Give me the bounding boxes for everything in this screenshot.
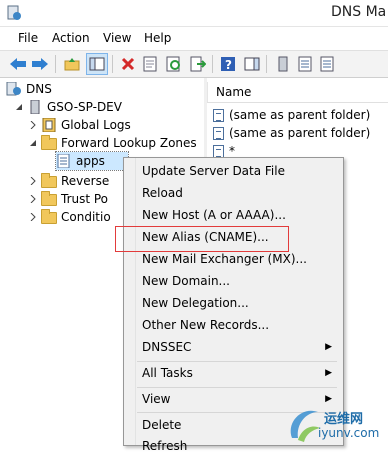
folder-icon: [41, 135, 57, 150]
action-pane-icon[interactable]: [242, 54, 262, 74]
tree-label-apps: apps: [76, 154, 105, 168]
record-icon[interactable]: [317, 54, 337, 74]
menu-new-domain[interactable]: New Domain...: [142, 271, 230, 291]
properties-icon[interactable]: [140, 54, 160, 74]
record-name: *: [229, 144, 235, 158]
tree-label-dns: DNS: [26, 82, 52, 96]
expand-icon[interactable]: [28, 212, 38, 222]
menu-update-server-data-file[interactable]: Update Server Data File: [142, 161, 285, 181]
zone-icon[interactable]: [295, 54, 315, 74]
watermark-text-url: iyunv.com: [318, 426, 380, 440]
tree-label-global-logs: Global Logs: [61, 118, 131, 132]
record-icon: [213, 144, 224, 158]
svg-text:?: ?: [225, 58, 232, 72]
toolbar: ?: [0, 50, 388, 78]
help-icon[interactable]: ?: [218, 54, 238, 74]
refresh-icon[interactable]: [164, 54, 184, 74]
up-folder-icon[interactable]: [62, 54, 82, 74]
menu-file[interactable]: File: [16, 31, 40, 45]
menu-reload[interactable]: Reload: [142, 183, 183, 203]
delete-icon[interactable]: [118, 54, 138, 74]
menu-other-new-records[interactable]: Other New Records...: [142, 315, 269, 335]
window-title: DNS Ma: [331, 4, 387, 20]
title-bar: DNS Ma: [0, 0, 388, 27]
forward-arrow-icon[interactable]: [30, 54, 50, 74]
tree-item-forward-zones[interactable]: Forward Lookup Zones: [28, 134, 197, 152]
submenu-arrow-icon: ▶: [325, 342, 332, 352]
submenu-arrow-icon: ▶: [325, 368, 332, 378]
tree-item-conditional[interactable]: Conditio: [28, 208, 111, 226]
menu-all-tasks-label: All Tasks: [142, 366, 193, 380]
tree-label-reverse: Reverse: [61, 174, 110, 188]
tree-item-reverse-zones[interactable]: Reverse: [28, 172, 109, 190]
tree-label-trust: Trust Po: [61, 192, 109, 206]
menu-bar: File Action View Help: [0, 27, 388, 49]
watermark-text-cn: 运维网: [324, 412, 364, 427]
export-icon[interactable]: [188, 54, 208, 74]
menu-new-delegation[interactable]: New Delegation...: [142, 293, 249, 313]
column-header-name[interactable]: Name: [207, 82, 388, 103]
expand-icon[interactable]: [28, 194, 38, 204]
highlight-annotation: [115, 226, 289, 252]
list-item[interactable]: (same as parent folder): [213, 106, 370, 124]
menu-view-label: View: [142, 392, 171, 406]
menu-new-mail-exchanger[interactable]: New Mail Exchanger (MX)...: [142, 249, 307, 269]
expand-icon[interactable]: [28, 176, 38, 186]
tree-label-forward-zones: Forward Lookup Zones: [61, 136, 197, 150]
zone-icon: [57, 154, 70, 168]
record-icon: [213, 126, 224, 140]
expand-icon[interactable]: [28, 120, 38, 130]
tree-item-server[interactable]: GSO-SP-DEV: [14, 98, 122, 116]
record-icon: [213, 108, 224, 122]
menu-all-tasks[interactable]: All Tasks ▶: [142, 363, 332, 383]
menu-help[interactable]: Help: [142, 31, 173, 45]
record-name: (same as parent folder): [229, 126, 371, 140]
dns-app-icon: [7, 5, 21, 20]
menu-view[interactable]: View: [101, 31, 133, 45]
menu-action[interactable]: Action: [50, 31, 92, 45]
menu-new-host[interactable]: New Host (A or AAAA)...: [142, 205, 286, 225]
menu-dnssec-label: DNSSEC: [142, 340, 192, 354]
server-icon[interactable]: [273, 54, 293, 74]
collapse-icon[interactable]: [28, 138, 38, 148]
tree-item-global-logs[interactable]: Global Logs: [28, 116, 131, 134]
show-hide-tree-icon[interactable]: [86, 53, 108, 75]
tree-label-conditional: Conditio: [61, 210, 111, 224]
tree-label-server: GSO-SP-DEV: [47, 100, 122, 114]
folder-icon: [41, 209, 57, 224]
server-icon: [30, 100, 40, 114]
tree-item-apps-zone[interactable]: apps: [55, 151, 129, 171]
back-arrow-icon[interactable]: [8, 54, 28, 74]
folder-icon: [41, 173, 57, 188]
tree-item-trust-points[interactable]: Trust Po: [28, 190, 108, 208]
folder-icon: [41, 191, 57, 206]
tree-item-dns[interactable]: DNS: [6, 80, 52, 98]
menu-delete[interactable]: Delete: [142, 415, 181, 435]
column-name-label: Name: [207, 82, 251, 102]
collapse-icon[interactable]: [14, 102, 24, 112]
watermark: 运维网 iyunv.com: [284, 402, 388, 446]
list-item[interactable]: (same as parent folder): [213, 124, 370, 142]
record-name: (same as parent folder): [229, 108, 371, 122]
log-icon: [42, 118, 56, 132]
menu-dnssec[interactable]: DNSSEC ▶: [142, 337, 332, 357]
dns-icon: [6, 82, 21, 96]
menu-refresh[interactable]: Refresh: [142, 436, 187, 456]
